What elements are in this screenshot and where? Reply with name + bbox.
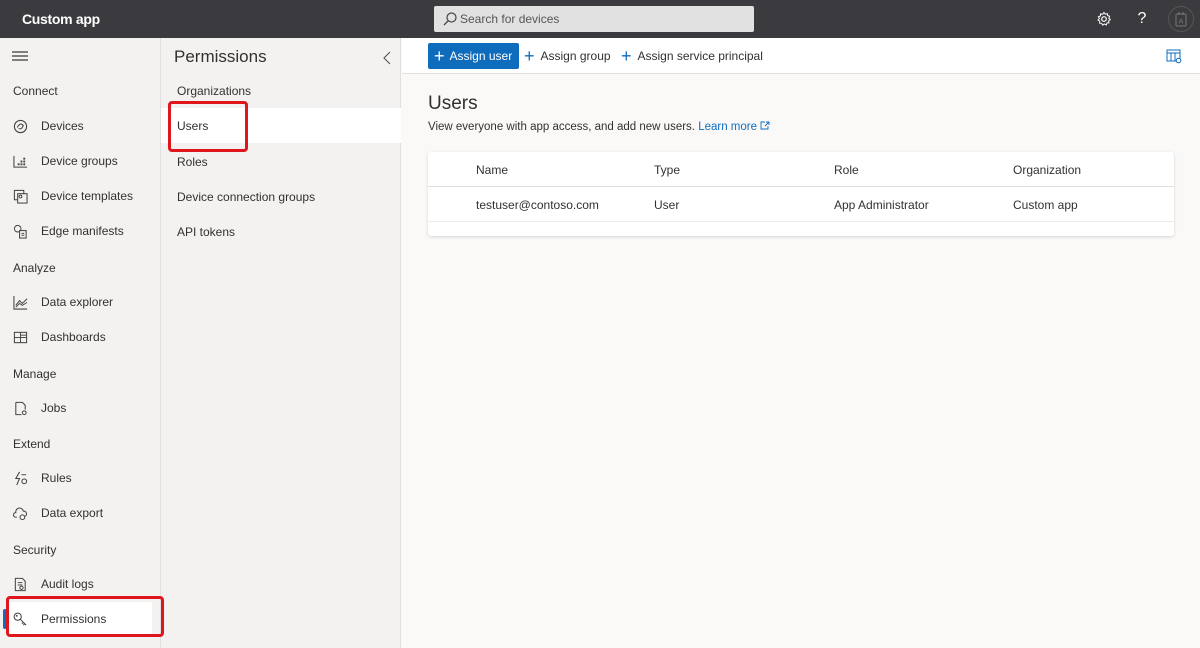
column-header-name[interactable]: Name	[476, 163, 508, 177]
nav-item-jobs[interactable]: Jobs	[6, 391, 152, 425]
table-row[interactable]: testuser@contoso.com User App Administra…	[428, 187, 1174, 222]
avatar-icon: A	[1175, 12, 1187, 27]
users-table: Name Type Role Organization testuser@con…	[428, 152, 1174, 236]
device-templates-icon	[12, 188, 28, 204]
subnav-item-roles[interactable]: Roles	[161, 144, 401, 179]
subnav-item-organizations[interactable]: Organizations	[161, 73, 401, 108]
nav-item-dashboards[interactable]: Dashboards	[6, 320, 152, 354]
devices-icon	[12, 118, 28, 134]
audit-logs-icon	[12, 576, 28, 592]
subnav-item-device-connection-groups[interactable]: Device connection groups	[161, 179, 401, 214]
data-explorer-icon	[12, 294, 28, 310]
nav-item-label: Device templates	[41, 189, 134, 203]
svg-text:A: A	[1179, 18, 1184, 26]
page-description: View everyone with app access, and add n…	[428, 121, 770, 133]
nav-item-label: Data explorer	[41, 295, 114, 309]
assign-group-label: Assign group	[540, 49, 611, 63]
app-title[interactable]: Custom app	[22, 11, 100, 27]
assign-group-button[interactable]: + Assign group	[524, 43, 611, 69]
plus-icon: +	[524, 46, 535, 66]
nav-item-rules[interactable]: Rules	[6, 461, 152, 495]
learn-more-link[interactable]: Learn more	[698, 121, 770, 133]
nav-item-device-templates[interactable]: Device templates	[6, 179, 152, 213]
nav-item-data-export[interactable]: Data export	[6, 496, 152, 530]
plus-icon: +	[434, 46, 445, 66]
nav-item-devices[interactable]: Devices	[6, 109, 152, 143]
help-glyph: ?	[1137, 10, 1147, 27]
help-icon[interactable]: ?	[1132, 9, 1152, 29]
assign-service-principal-button[interactable]: + Assign service principal	[621, 43, 763, 69]
nav-item-audit-logs[interactable]: Audit logs	[6, 567, 152, 601]
nav-item-label: Dashboards	[41, 330, 106, 344]
avatar[interactable]: A	[1168, 6, 1194, 32]
device-groups-icon	[12, 153, 28, 169]
nav-item-permissions[interactable]: Permissions	[6, 602, 152, 636]
column-header-type[interactable]: Type	[654, 163, 680, 177]
plus-icon: +	[621, 46, 632, 66]
collapse-chevron-left-icon[interactable]	[381, 50, 393, 66]
nav-item-label: Data export	[41, 506, 104, 520]
nav-item-label: Audit logs	[41, 577, 94, 591]
assign-service-principal-label: Assign service principal	[637, 49, 763, 63]
settings-icon[interactable]	[1094, 9, 1114, 29]
nav-item-edge-manifests[interactable]: Edge manifests	[6, 214, 152, 248]
dashboards-icon	[12, 329, 28, 345]
nav-section-security: Security	[13, 543, 57, 557]
nav-item-label: Jobs	[41, 401, 67, 415]
nav-item-label: Device groups	[41, 154, 118, 168]
cell-name: testuser@contoso.com	[476, 198, 599, 212]
assign-user-label: Assign user	[449, 49, 513, 63]
search-input[interactable]	[460, 6, 748, 32]
permissions-panel: Permissions Organizations Users Roles De…	[161, 38, 401, 648]
assign-user-button[interactable]: + Assign user	[428, 43, 520, 69]
jobs-icon	[12, 400, 28, 416]
panel-title: Permissions	[174, 47, 267, 66]
nav-section-extend: Extend	[13, 437, 51, 451]
rules-icon	[12, 470, 28, 486]
learn-more-label: Learn more	[698, 121, 758, 133]
nav-section-analyze: Analyze	[13, 261, 56, 275]
nav-item-device-groups[interactable]: Device groups	[6, 144, 152, 178]
subnav-item-users[interactable]: Users	[161, 108, 401, 143]
cell-role: App Administrator	[834, 198, 929, 212]
nav-item-label: Permissions	[41, 612, 107, 626]
description-text: View everyone with app access, and add n…	[428, 121, 695, 133]
hamburger-menu-icon[interactable]	[12, 50, 28, 62]
key-icon	[12, 611, 28, 627]
nav-section-manage: Manage	[13, 367, 57, 381]
search-icon	[443, 12, 457, 26]
cell-organization: Custom app	[1013, 198, 1078, 212]
column-header-organization[interactable]: Organization	[1013, 163, 1081, 177]
top-header: Custom app ? A	[0, 0, 1200, 38]
cell-type: User	[654, 198, 680, 212]
nav-item-label: Edge manifests	[41, 224, 124, 238]
left-navigation: Connect Devices Device groups Device tem…	[0, 38, 161, 648]
data-export-icon	[12, 505, 28, 521]
search-box[interactable]	[434, 6, 754, 32]
page-title: Users	[428, 93, 478, 114]
external-link-icon	[760, 121, 770, 130]
subnav-item-api-tokens[interactable]: API tokens	[161, 214, 401, 249]
nav-item-label: Devices	[41, 119, 84, 133]
nav-section-connect: Connect	[13, 84, 58, 98]
command-bar: + Assign user + Assign group + Assign se…	[402, 38, 1200, 74]
nav-item-label: Rules	[41, 471, 72, 485]
edge-manifests-icon	[12, 223, 28, 239]
column-settings-icon[interactable]	[1166, 48, 1182, 64]
nav-item-data-explorer[interactable]: Data explorer	[6, 285, 152, 319]
table-header-row: Name Type Role Organization	[428, 152, 1174, 187]
column-header-role[interactable]: Role	[834, 163, 859, 177]
